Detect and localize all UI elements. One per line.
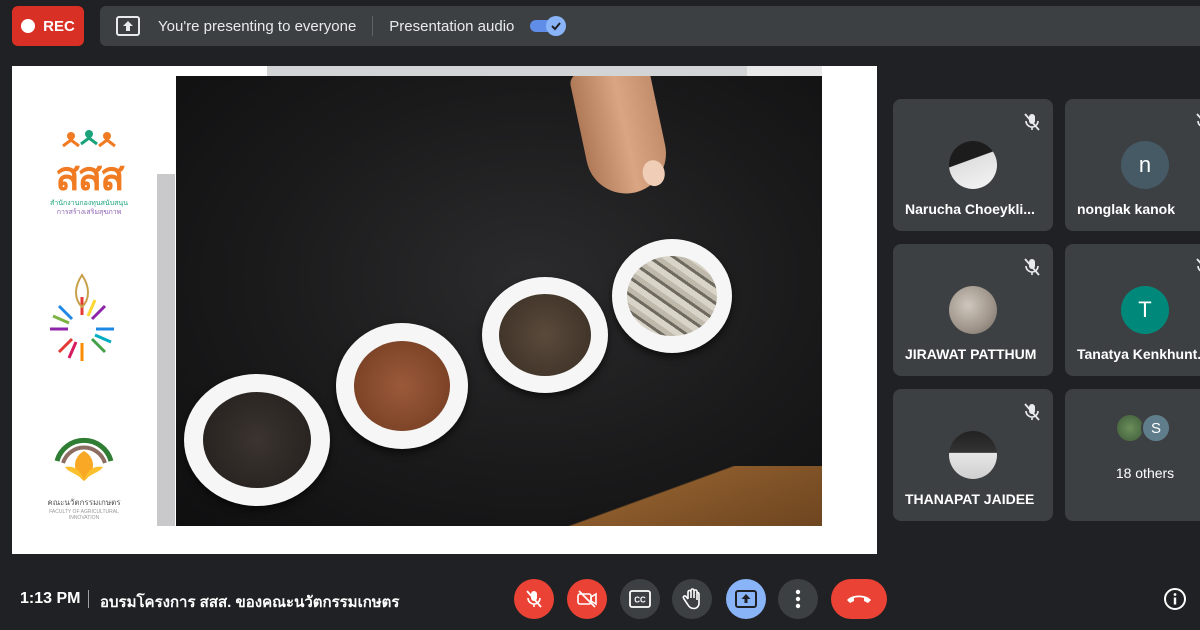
stars-icon bbox=[62, 130, 116, 148]
mic-off-icon bbox=[1024, 258, 1040, 276]
others-avatars: S bbox=[1115, 413, 1171, 443]
participant-name: Narucha Choeykli... bbox=[905, 201, 1035, 217]
participant-name: JIRAWAT PATTHUM bbox=[905, 346, 1037, 362]
participant-name: nonglak kanok bbox=[1077, 201, 1176, 217]
logo-column: สสส สำนักงานกองทุนสนับสนุน การสร้างเสริม… bbox=[12, 66, 157, 554]
participant-tile[interactable]: Narucha Choeykli... bbox=[893, 99, 1053, 231]
participant-tile[interactable]: JIRAWAT PATTHUM bbox=[893, 244, 1053, 376]
more-vertical-icon bbox=[795, 589, 801, 609]
presenting-bar: You're presenting to everyone Presentati… bbox=[100, 6, 1200, 46]
avatar bbox=[949, 286, 997, 334]
microphone-toggle-button[interactable] bbox=[514, 579, 554, 619]
more-options-button[interactable] bbox=[778, 579, 818, 619]
cup-red-beans bbox=[336, 323, 468, 449]
university-emblem-icon bbox=[44, 271, 120, 368]
mic-off-icon bbox=[1196, 258, 1200, 272]
others-count-label: 18 others bbox=[1115, 465, 1175, 481]
participant-name: Tanatya Kenkhunt... bbox=[1077, 346, 1200, 362]
thaihealth-logo: สสส สำนักงานกองทุนสนับสนุน การสร้างเสริม… bbox=[34, 128, 144, 217]
mic-off-icon bbox=[1024, 113, 1040, 131]
brown-beans bbox=[499, 294, 591, 376]
cup-black-seeds bbox=[184, 374, 330, 506]
thaihealth-subtitle-2: การสร้างเสริมสุขภาพ bbox=[56, 209, 122, 216]
record-dot-icon bbox=[21, 19, 36, 33]
presentation-audio-label: Presentation audio bbox=[389, 17, 515, 35]
captions-button[interactable]: CC bbox=[620, 579, 660, 619]
participant-tile[interactable]: THANAPAT JAIDEE bbox=[893, 389, 1053, 521]
present-screen-icon bbox=[735, 590, 757, 608]
faculty-logo: คณะนวัตกรรมเกษตร FACULTY OF AGRICULTURAL… bbox=[34, 421, 134, 521]
avatar: T bbox=[1121, 286, 1169, 334]
camera-off-icon bbox=[577, 590, 597, 608]
clock-time: 1:13 PM bbox=[20, 590, 81, 607]
avatar bbox=[949, 141, 997, 189]
avatar: n bbox=[1121, 141, 1169, 189]
participant-tile[interactable]: n nonglak kanok bbox=[1065, 99, 1200, 231]
mic-off-icon bbox=[1024, 403, 1040, 421]
svg-text:CC: CC bbox=[634, 596, 646, 605]
avatar: S bbox=[1141, 413, 1171, 443]
closed-captions-icon: CC bbox=[629, 590, 651, 608]
thaihealth-wordmark: สสส bbox=[55, 155, 124, 199]
red-beans bbox=[354, 341, 450, 431]
divider bbox=[372, 16, 374, 36]
leaf-logo-icon bbox=[54, 437, 114, 481]
divider bbox=[88, 590, 89, 608]
leave-call-button[interactable] bbox=[831, 579, 887, 619]
thaihealth-subtitle: สำนักงานกองทุนสนับสนุน bbox=[50, 200, 128, 207]
present-now-button[interactable] bbox=[726, 579, 766, 619]
presentation-audio-toggle[interactable] bbox=[530, 16, 567, 36]
frame-decoration bbox=[157, 174, 175, 526]
cup-brown-beans bbox=[482, 277, 608, 393]
wooden-table-edge bbox=[562, 466, 822, 526]
sunflower-seeds bbox=[627, 256, 717, 336]
presenting-text: You're presenting to everyone bbox=[158, 17, 357, 35]
hang-up-icon bbox=[847, 595, 871, 603]
faculty-name-en: FACULTY OF AGRICULTURAL INNOVATION bbox=[49, 509, 119, 521]
info-icon bbox=[1164, 588, 1186, 610]
cup-sunflower-seeds bbox=[612, 239, 732, 353]
hand-icon bbox=[682, 588, 700, 610]
check-icon bbox=[546, 16, 567, 36]
recording-badge[interactable]: REC bbox=[12, 6, 84, 46]
meeting-details-button[interactable] bbox=[1163, 587, 1187, 611]
raise-hand-button[interactable] bbox=[672, 579, 712, 619]
participant-tile[interactable]: T Tanatya Kenkhunt... bbox=[1065, 244, 1200, 376]
seed-cups-photo bbox=[176, 76, 822, 526]
mic-off-icon bbox=[1196, 113, 1200, 127]
presentation-slide: สสส สำนักงานกองทุนสนับสนุน การสร้างเสริม… bbox=[12, 66, 877, 554]
meeting-title: อบรมโครงการ สสส. ของคณะนวัตกรรมเกษตร bbox=[100, 594, 400, 611]
faculty-name: คณะนวัตกรรมเกษตร bbox=[47, 498, 121, 507]
mic-off-icon bbox=[526, 590, 542, 608]
recording-label: REC bbox=[43, 17, 75, 35]
participant-name: THANAPAT JAIDEE bbox=[905, 491, 1035, 507]
black-seeds bbox=[203, 392, 311, 488]
others-tile[interactable]: S 18 others bbox=[1065, 389, 1200, 521]
avatar bbox=[949, 431, 997, 479]
present-screen-icon bbox=[116, 13, 142, 39]
camera-toggle-button[interactable] bbox=[567, 579, 607, 619]
